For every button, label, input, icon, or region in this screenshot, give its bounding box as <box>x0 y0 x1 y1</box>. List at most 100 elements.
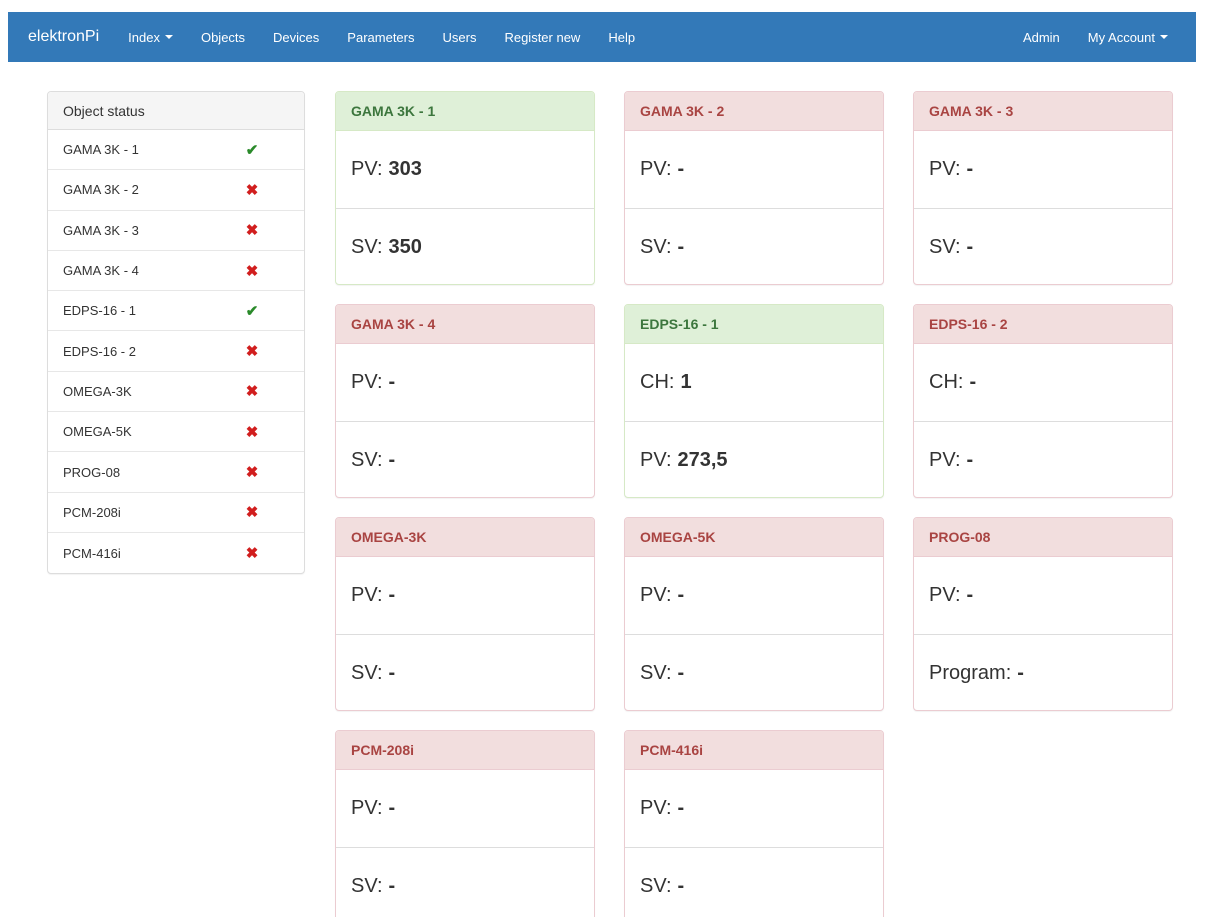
object-status-name: EDPS-16 - 1 <box>63 303 136 319</box>
object-status-list: GAMA 3K - 1 ✔ GAMA 3K - 2 ✖ GAMA 3K - 3 ✖ GAMA… <box>48 130 304 573</box>
cross-icon: ✖ <box>245 222 259 240</box>
parameter-value: - <box>677 874 685 897</box>
parameter-label: PV: <box>640 797 672 819</box>
object-status-row[interactable]: PROG-08 ✖ <box>48 452 304 493</box>
parameter-label: SV: <box>929 235 961 258</box>
object-status-name: GAMA 3K - 4 <box>63 263 139 279</box>
object-card: GAMA 3K - 2 PV: - SV: - <box>624 91 884 285</box>
nav-register-new-link[interactable]: Register new <box>490 30 594 45</box>
cross-icon: ✖ <box>245 504 259 522</box>
object-card-title: PCM-416i <box>625 731 883 770</box>
parameter-value: - <box>677 797 685 819</box>
parameter-value: 303 <box>388 158 422 180</box>
parameter-label: CH: <box>929 371 964 393</box>
object-status-name: GAMA 3K - 1 <box>63 142 139 158</box>
parameter-label: PV: <box>929 448 961 471</box>
cross-icon: ✖ <box>245 262 259 280</box>
parameter-value: - <box>677 235 685 258</box>
parameter-value: - <box>966 448 974 471</box>
object-status-panel: Object status GAMA 3K - 1 ✔ GAMA 3K - 2 ✖ GA… <box>47 91 305 575</box>
object-card-title: GAMA 3K - 1 <box>336 92 594 131</box>
cross-icon: ✖ <box>245 181 259 199</box>
parameter-value: - <box>388 448 396 471</box>
object-card-row: PV: - <box>914 131 1172 208</box>
object-card-title: OMEGA-5K <box>625 518 883 557</box>
parameter-label: PV: <box>929 584 961 606</box>
parameter-value: - <box>677 661 685 684</box>
nav-help-link[interactable]: Help <box>594 30 649 45</box>
object-card-row: SV: - <box>625 208 883 284</box>
object-status-name: EDPS-16 - 2 <box>63 343 136 359</box>
object-status-row[interactable]: GAMA 3K - 2 ✖ <box>48 170 304 211</box>
check-icon: ✔ <box>245 302 259 320</box>
nav-users-link[interactable]: Users <box>429 30 491 45</box>
nav-admin-link[interactable]: Admin <box>1009 30 1074 45</box>
parameter-label: PV: <box>351 584 383 606</box>
object-card-row: SV: - <box>336 634 594 710</box>
parameter-label: PV: <box>929 158 961 180</box>
brand-link[interactable]: elektronPi <box>8 28 114 46</box>
object-status-name: GAMA 3K - 2 <box>63 182 139 198</box>
object-status-row[interactable]: PCM-208i ✖ <box>48 493 304 533</box>
nav-index-dropdown[interactable]: Index <box>114 30 187 45</box>
parameter-value: - <box>388 797 396 819</box>
parameter-value: 350 <box>388 235 422 258</box>
cross-icon: ✖ <box>245 464 259 482</box>
object-status-name: PCM-416i <box>63 545 121 561</box>
object-card-title: OMEGA-3K <box>336 518 594 557</box>
object-status-row[interactable]: GAMA 3K - 1 ✔ <box>48 130 304 171</box>
object-card: PROG-08 PV: - Program: - <box>913 517 1173 711</box>
cross-icon: ✖ <box>245 545 259 563</box>
object-card-row: SV: 350 <box>336 208 594 284</box>
object-status-row[interactable]: GAMA 3K - 4 ✖ <box>48 251 304 292</box>
object-status-title: Object status <box>48 92 304 130</box>
object-card-row: PV: - <box>336 557 594 634</box>
parameter-label: SV: <box>640 235 672 258</box>
object-card-title: GAMA 3K - 4 <box>336 305 594 344</box>
cross-icon: ✖ <box>245 343 259 361</box>
nav-right-menu: Admin My Account <box>1009 30 1196 45</box>
object-card-title: EDPS-16 - 1 <box>625 305 883 344</box>
nav-my-account-dropdown[interactable]: My Account <box>1074 30 1182 45</box>
parameter-value: - <box>388 661 396 684</box>
nav-devices-link[interactable]: Devices <box>259 30 333 45</box>
parameter-value: - <box>966 584 974 606</box>
parameter-label: PV: <box>351 371 383 393</box>
parameter-label: PV: <box>640 158 672 180</box>
caret-down-icon <box>1160 35 1168 39</box>
object-status-row[interactable]: EDPS-16 - 2 ✖ <box>48 331 304 372</box>
object-card: OMEGA-5K PV: - SV: - <box>624 517 884 711</box>
object-status-name: PCM-208i <box>63 504 121 520</box>
object-status-name: GAMA 3K - 3 <box>63 222 139 238</box>
object-card-row: SV: - <box>625 634 883 710</box>
parameter-label: SV: <box>351 661 383 684</box>
parameter-label: CH: <box>640 371 675 393</box>
parameter-value: - <box>677 158 685 180</box>
object-status-row[interactable]: EDPS-16 - 1 ✔ <box>48 291 304 332</box>
object-card: EDPS-16 - 1 CH: 1 PV: 273,5 <box>624 304 884 498</box>
parameter-value: - <box>388 584 396 606</box>
object-card-title: GAMA 3K - 2 <box>625 92 883 131</box>
caret-down-icon <box>164 35 173 39</box>
nav-objects-link[interactable]: Objects <box>187 30 259 45</box>
object-card-row: SV: - <box>336 421 594 497</box>
object-card-row: PV: - <box>336 344 594 421</box>
object-card: GAMA 3K - 3 PV: - SV: - <box>913 91 1173 285</box>
parameter-label: SV: <box>351 874 383 897</box>
object-status-row[interactable]: PCM-416i ✖ <box>48 533 304 573</box>
nav-index-label: Index <box>128 29 160 45</box>
parameter-value: - <box>388 371 396 393</box>
object-card-row: SV: - <box>336 847 594 917</box>
object-card-row: Program: - <box>914 634 1172 710</box>
object-status-row[interactable]: OMEGA-3K ✖ <box>48 372 304 413</box>
object-status-row[interactable]: OMEGA-5K ✖ <box>48 412 304 453</box>
object-card-row: PV: 273,5 <box>625 421 883 497</box>
object-card: EDPS-16 - 2 CH: - PV: - <box>913 304 1173 498</box>
parameter-label: SV: <box>351 235 383 258</box>
nav-parameters-link[interactable]: Parameters <box>333 30 428 45</box>
object-card-title: PROG-08 <box>914 518 1172 557</box>
parameter-value: 273,5 <box>677 448 728 471</box>
object-card-row: PV: - <box>625 557 883 634</box>
check-icon: ✔ <box>245 141 259 159</box>
object-status-row[interactable]: GAMA 3K - 3 ✖ <box>48 211 304 251</box>
